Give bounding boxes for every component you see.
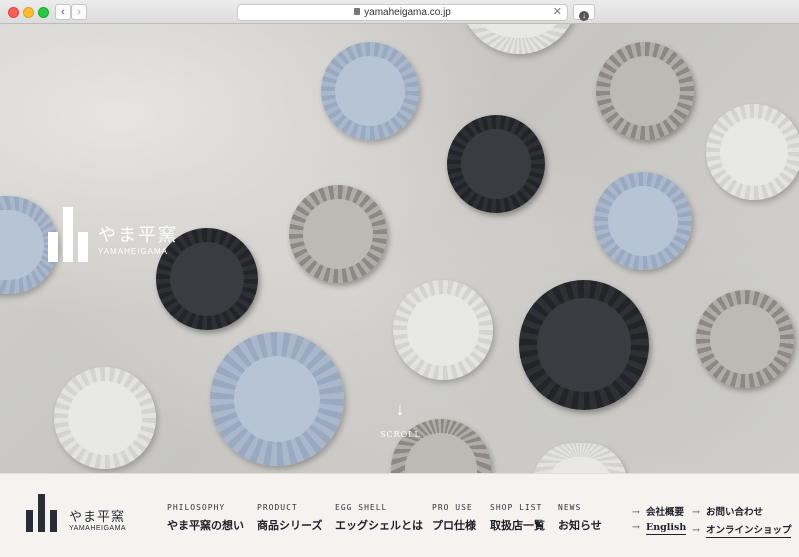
plate-image bbox=[594, 172, 692, 270]
arrow-down-icon: ↓ bbox=[395, 399, 405, 419]
arrow-right-icon: → bbox=[632, 507, 640, 518]
plate-image bbox=[321, 42, 419, 140]
footer-logo[interactable]: やま平窯 YAMAHEIGAMA bbox=[26, 494, 136, 534]
maximize-window-button[interactable] bbox=[38, 7, 49, 18]
plate-image bbox=[54, 367, 156, 469]
browser-toolbar: ‹ › yamaheigama.co.jp ✕ ↓ bbox=[0, 0, 799, 24]
logo-bar bbox=[50, 510, 57, 532]
hero-image: やま平窯 YAMAHEIGAMA ↓ SCROLL bbox=[0, 24, 799, 473]
plate-image bbox=[393, 280, 493, 380]
nav-item-ja: やま平窯の想い bbox=[167, 519, 244, 532]
download-icon: ↓ bbox=[579, 11, 589, 21]
nav-item-ja: 取扱店一覧 bbox=[490, 519, 545, 532]
hero-brand-roman: YAMAHEIGAMA bbox=[98, 247, 168, 256]
logo-bar bbox=[48, 232, 58, 262]
clear-url-icon[interactable]: ✕ bbox=[553, 5, 562, 20]
lock-icon bbox=[354, 8, 361, 15]
plate-image bbox=[447, 115, 545, 213]
scroll-label: SCROLL bbox=[380, 430, 421, 439]
online-shop-link-label: オンラインショップ bbox=[705, 525, 792, 538]
downloads-button[interactable]: ↓ bbox=[573, 4, 595, 21]
online-shop-link[interactable]: → オンラインショップ bbox=[692, 522, 792, 538]
english-link-label: English bbox=[645, 522, 687, 535]
close-window-button[interactable] bbox=[8, 7, 19, 18]
logo-bar bbox=[63, 207, 73, 262]
nav-item-shop-list[interactable]: SHOP LIST 取扱店一覧 bbox=[490, 503, 545, 533]
scroll-indicator[interactable]: ↓ SCROLL bbox=[380, 400, 420, 439]
plate-image bbox=[519, 280, 649, 410]
plate-image bbox=[706, 104, 799, 200]
nav-item-egg-shell[interactable]: EGG SHELL エッグシェルとは bbox=[335, 503, 423, 533]
hero-brand-name: やま平窯 bbox=[98, 225, 178, 246]
english-link[interactable]: → English bbox=[632, 522, 687, 535]
plate-image bbox=[210, 332, 344, 466]
nav-item-ja: 商品シリーズ bbox=[257, 519, 323, 532]
company-link[interactable]: → 会社概要 bbox=[632, 504, 684, 518]
back-button[interactable]: ‹ bbox=[55, 4, 71, 20]
plate-image bbox=[460, 24, 578, 54]
hero-logo[interactable]: やま平窯 YAMAHEIGAMA bbox=[48, 207, 188, 267]
forward-button[interactable]: › bbox=[71, 4, 87, 20]
arrow-right-icon: → bbox=[632, 522, 640, 533]
plate-image bbox=[596, 42, 694, 140]
arrow-right-icon: → bbox=[692, 507, 700, 518]
nav-item-news[interactable]: NEWS お知らせ bbox=[558, 503, 602, 533]
nav-item-ja: お知らせ bbox=[558, 519, 602, 532]
address-bar[interactable]: yamaheigama.co.jp ✕ bbox=[237, 4, 568, 21]
nav-item-en: NEWS bbox=[558, 503, 582, 512]
nav-item-en: SHOP LIST bbox=[490, 503, 543, 512]
plate-image bbox=[533, 443, 627, 473]
logo-bar bbox=[38, 494, 45, 532]
nav-item-philosophy[interactable]: PHILOSOPHY やま平窯の想い bbox=[167, 503, 244, 533]
contact-link-label: お問い合わせ bbox=[705, 507, 763, 518]
logo-bar bbox=[78, 232, 88, 262]
nav-item-product[interactable]: PRODUCT 商品シリーズ bbox=[257, 503, 322, 533]
global-nav: やま平窯 YAMAHEIGAMA PHILOSOPHY やま平窯の想い PROD… bbox=[0, 473, 799, 557]
company-link-label: 会社概要 bbox=[645, 507, 684, 518]
nav-item-ja: エッグシェルとは bbox=[335, 519, 423, 532]
plate-image bbox=[289, 185, 387, 283]
nav-item-en: EGG SHELL bbox=[335, 503, 388, 512]
nav-item-ja: プロ仕様 bbox=[432, 519, 476, 532]
nav-item-en: PHILOSOPHY bbox=[167, 503, 226, 512]
arrow-right-icon: → bbox=[692, 525, 700, 536]
logo-bar bbox=[26, 510, 33, 532]
footer-brand-name: やま平窯 bbox=[69, 510, 126, 525]
footer-brand-roman: YAMAHEIGAMA bbox=[69, 525, 127, 532]
contact-link[interactable]: → お問い合わせ bbox=[692, 504, 763, 518]
nav-item-pro-use[interactable]: PRO USE プロ仕様 bbox=[432, 503, 476, 533]
minimize-window-button[interactable] bbox=[23, 7, 34, 18]
url-text: yamaheigama.co.jp bbox=[364, 7, 451, 18]
nav-item-en: PRO USE bbox=[432, 503, 473, 512]
nav-item-en: PRODUCT bbox=[257, 503, 298, 512]
plate-image bbox=[696, 290, 794, 388]
